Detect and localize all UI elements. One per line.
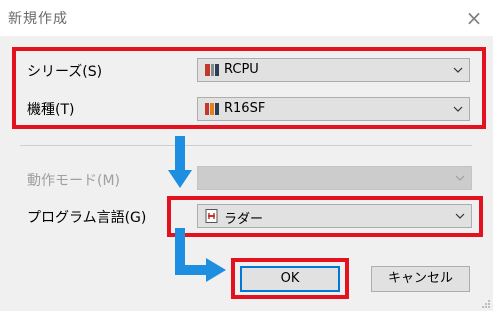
highlight-series-model (12, 47, 486, 129)
new-project-dialog: 新規作成 × シリーズ(S) RCPU 機種(T) R16SF 動作モード(M) (0, 0, 493, 311)
chevron-down-icon (455, 175, 465, 181)
highlight-program-language (167, 196, 483, 237)
title-bar: 新規作成 × (0, 0, 493, 36)
program-language-label: プログラム言語(G) (27, 210, 147, 226)
highlight-ok-button (231, 258, 349, 299)
dialog-title: 新規作成 (8, 11, 68, 27)
cancel-button[interactable]: キャンセル (371, 266, 470, 292)
separator (20, 145, 472, 146)
operation-mode-select (197, 166, 472, 190)
arrow-down-icon (168, 136, 192, 188)
operation-mode-label: 動作モード(M) (27, 173, 121, 189)
resize-grip-icon[interactable] (481, 299, 491, 309)
close-icon[interactable]: × (460, 4, 488, 32)
